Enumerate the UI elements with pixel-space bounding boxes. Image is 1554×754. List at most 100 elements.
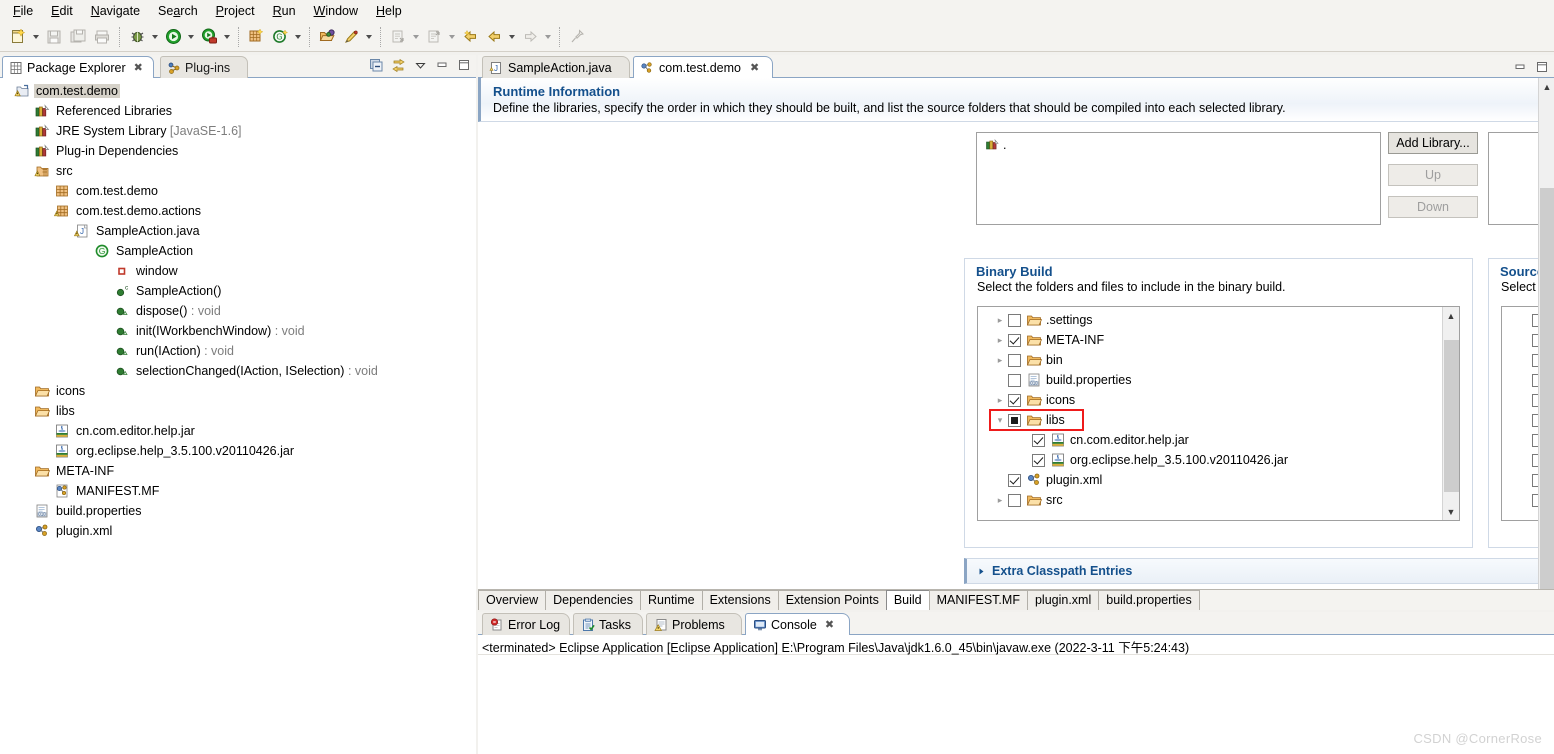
new-java-dropdown-arrow[interactable] [292, 25, 304, 49]
debug-dropdown-arrow[interactable] [149, 25, 161, 49]
tree-item[interactable]: init(IWorkbenchWindow) : void [0, 321, 476, 341]
tree-item[interactable]: J SampleAction.java [0, 221, 476, 241]
view-menu-icon[interactable] [412, 57, 428, 73]
maximize-icon[interactable] [1534, 59, 1550, 75]
tree-item[interactable]: Plug-in Dependencies [0, 141, 476, 161]
scroll-thumb[interactable] [1444, 340, 1459, 492]
tree-item[interactable]: com.test.demo.actions [0, 201, 476, 221]
run-dropdown-arrow[interactable] [185, 25, 197, 49]
page-tab-extensions[interactable]: Extensions [701, 590, 779, 610]
close-icon[interactable]: ✖ [750, 61, 759, 74]
open-type-icon[interactable] [315, 25, 339, 49]
tree-item[interactable]: window [0, 261, 476, 281]
tab-error-log[interactable]: Error Log [482, 613, 570, 635]
scroll-up-arrow[interactable]: ▲ [1443, 307, 1459, 324]
page-tab-extension-points[interactable]: Extension Points [777, 590, 887, 610]
tree-item[interactable]: G SampleAction [0, 241, 476, 261]
minimize-icon[interactable] [1512, 59, 1528, 75]
tree-item[interactable]: MANIFEST.MF [0, 481, 476, 501]
tab-console[interactable]: Console ✖ [745, 613, 850, 635]
page-tab-overview[interactable]: Overview [478, 590, 547, 610]
tree-item[interactable]: cn.com.editor.help.jar [0, 421, 476, 441]
checkbox--settings[interactable] [1008, 313, 1021, 327]
menu-item-search[interactable]: Search [149, 1, 207, 21]
tree-checkbox-row[interactable]: ▸ src [978, 490, 1441, 510]
tree-checkbox-row[interactable]: ▸ icons [978, 390, 1441, 410]
tab-tasks[interactable]: Tasks [573, 613, 643, 635]
chevron-right-icon[interactable]: ▸ [992, 395, 1008, 406]
tree-item[interactable]: com.test.demo [0, 181, 476, 201]
close-icon[interactable]: ✖ [825, 618, 834, 631]
tree-checkbox-row[interactable]: org.eclipse.help_3.5.100.v20110426.jar [978, 450, 1441, 470]
page-tab-build-properties[interactable]: build.properties [1098, 590, 1200, 610]
binary-build-tree[interactable]: ▸ .settings ▸ META-INF ▸ bin 010 build.properti… [977, 306, 1460, 521]
tree-item[interactable]: libs [0, 401, 476, 421]
library-list[interactable]: . [976, 132, 1381, 225]
tab-plugins[interactable]: Plug-ins [160, 56, 248, 78]
new-plugin-project-icon[interactable] [244, 25, 268, 49]
menu-item-window[interactable]: Window [305, 1, 367, 21]
checkbox-meta-inf[interactable] [1008, 333, 1021, 347]
new-wizard-dropdown-arrow[interactable] [30, 25, 42, 49]
tree-item[interactable]: run(IAction) : void [0, 341, 476, 361]
tree-item[interactable]: META-INF [0, 461, 476, 481]
maximize-icon[interactable] [456, 57, 472, 73]
tree-item[interactable]: JRE System Library [JavaSE-1.6] [0, 121, 476, 141]
checkbox-build-properties[interactable] [1008, 373, 1021, 387]
checkbox-plugin-xml[interactable] [1008, 473, 1021, 487]
tab-sampleaction-java[interactable]: J SampleAction.java [482, 56, 630, 78]
tree-item[interactable]: selectionChanged(IAction, ISelection) : … [0, 361, 476, 381]
menu-item-run[interactable]: Run [264, 1, 305, 21]
tab-com-test-demo[interactable]: com.test.demo ✖ [633, 56, 773, 78]
checkbox-icons[interactable] [1008, 393, 1021, 407]
tree-checkbox-row[interactable]: plugin.xml [978, 470, 1441, 490]
checkbox-src[interactable] [1008, 493, 1021, 507]
tree-item[interactable]: com.test.demo [0, 81, 476, 101]
tree-checkbox-row[interactable]: ▸ .settings [978, 310, 1441, 330]
page-tab-runtime[interactable]: Runtime [640, 590, 703, 610]
page-tab-build[interactable]: Build [885, 590, 930, 610]
new-wizard-icon[interactable] [6, 25, 30, 49]
tree-item[interactable]: plugin.xml [0, 521, 476, 541]
tree-checkbox-row[interactable]: ▸ META-INF [978, 330, 1441, 350]
back-icon[interactable] [482, 25, 506, 49]
tree-item[interactable]: c SampleAction() [0, 281, 476, 301]
scroll-down-arrow[interactable]: ▼ [1443, 503, 1459, 520]
tree-checkbox-row[interactable]: ▸ bin [978, 350, 1441, 370]
tab-problems[interactable]: Problems [646, 613, 742, 635]
link-with-editor-icon[interactable] [390, 57, 406, 73]
chevron-right-icon[interactable]: ▸ [992, 335, 1008, 346]
last-edit-location-icon[interactable] [458, 25, 482, 49]
page-tab-dependencies[interactable]: Dependencies [545, 590, 642, 610]
binary-build-scrollbar[interactable]: ▲ ▼ [1442, 307, 1459, 520]
tree-item[interactable]: icons [0, 381, 476, 401]
run-icon[interactable] [161, 25, 185, 49]
project-tree[interactable]: com.test.demo Referenced Libraries JRE Sys… [0, 78, 476, 754]
chevron-right-icon[interactable]: ▸ [992, 355, 1008, 366]
tree-item[interactable]: Referenced Libraries [0, 101, 476, 121]
checkbox-org-eclipse-help-3-5-100-v20110426-jar[interactable] [1032, 453, 1045, 467]
editor-scrollbar[interactable]: ▲ ▼ [1538, 78, 1554, 610]
page-tab-manifest-mf[interactable]: MANIFEST.MF [928, 590, 1028, 610]
tree-item[interactable]: 010 build.properties [0, 501, 476, 521]
extra-classpath-entries-section[interactable]: Extra Classpath Entries [964, 558, 1554, 584]
menu-item-project[interactable]: Project [207, 1, 264, 21]
menu-item-edit[interactable]: Edit [42, 1, 82, 21]
list-item[interactable]: . [977, 133, 1380, 153]
add-library-button[interactable]: Add Library... [1388, 132, 1478, 154]
tree-item[interactable]: dispose() : void [0, 301, 476, 321]
back-dropdown-arrow[interactable] [506, 25, 518, 49]
tree-checkbox-row[interactable]: cn.com.editor.help.jar [978, 430, 1441, 450]
close-icon[interactable]: ✖ [134, 61, 143, 74]
run-external-tools-dropdown-arrow[interactable] [221, 25, 233, 49]
checkbox-libs[interactable] [1008, 413, 1021, 427]
search-dropdown-arrow[interactable] [363, 25, 375, 49]
collapse-all-icon[interactable] [368, 57, 384, 73]
chevron-right-icon[interactable]: ▸ [992, 315, 1008, 326]
tree-checkbox-row[interactable]: 010 build.properties [978, 370, 1441, 390]
tree-checkbox-row[interactable]: ▾ libs [978, 409, 1441, 431]
scroll-up-arrow[interactable]: ▲ [1539, 78, 1554, 95]
menu-item-navigate[interactable]: Navigate [82, 1, 149, 21]
run-external-tools-icon[interactable] [197, 25, 221, 49]
tab-package-explorer[interactable]: Package Explorer ✖ [2, 56, 154, 78]
